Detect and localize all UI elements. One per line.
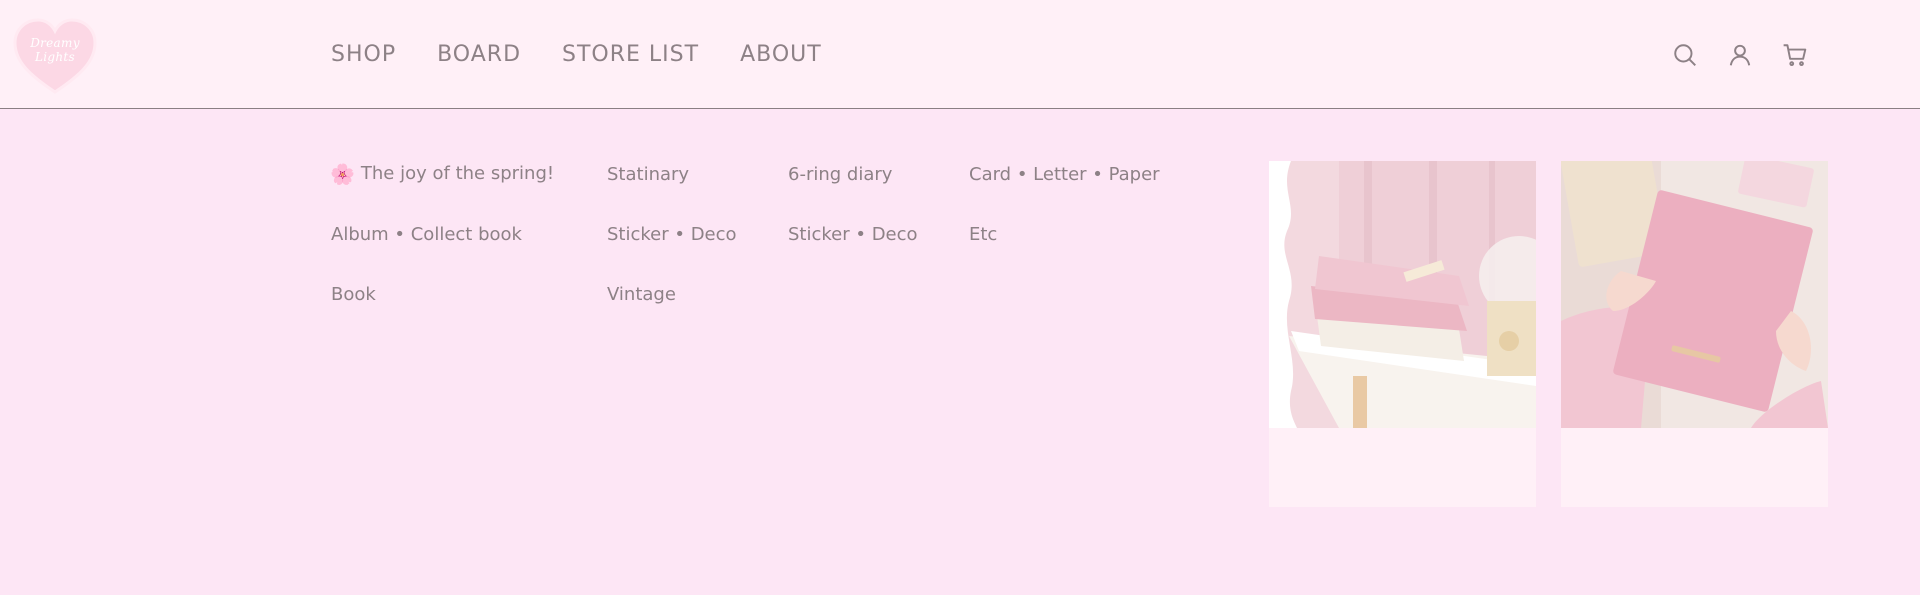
flower-icon: 🌸 (330, 162, 355, 186)
menu-link-sticker-deco[interactable]: Sticker • Deco (607, 223, 737, 247)
promo-card-1-footer (1269, 428, 1536, 507)
menu-link-album[interactable]: Album • Collect book (331, 223, 522, 247)
promo-image-pink-notebook[interactable] (1561, 161, 1828, 428)
nav-board[interactable]: BOARD (437, 40, 521, 70)
nav-about[interactable]: ABOUT (740, 40, 822, 70)
main-nav: SHOP BOARD STORE LIST ABOUT (331, 40, 863, 70)
menu-link-sticker-deco-2[interactable]: Sticker • Deco (788, 223, 918, 247)
nav-shop[interactable]: SHOP (331, 40, 396, 70)
promo-card-1[interactable] (1269, 161, 1536, 507)
search-icon[interactable] (1670, 40, 1700, 70)
menu-link-spring[interactable]: 🌸 The joy of the spring! (330, 162, 554, 186)
cart-icon[interactable] (1780, 40, 1810, 70)
menu-link-card-letter-paper[interactable]: Card • Letter • Paper (969, 163, 1160, 187)
logo-text: Dreamy Lights (11, 36, 99, 64)
promo-card-2[interactable] (1561, 161, 1828, 507)
user-icon[interactable] (1725, 40, 1755, 70)
menu-link-book[interactable]: Book (331, 283, 376, 307)
logo[interactable]: Dreamy Lights (11, 16, 99, 96)
promo-image-shelf-books[interactable] (1269, 161, 1536, 428)
menu-link-vintage[interactable]: Vintage (607, 283, 676, 307)
menu-link-etc[interactable]: Etc (969, 223, 997, 247)
nav-store-list[interactable]: STORE LIST (562, 40, 699, 70)
logo-line-2: Lights (35, 50, 75, 64)
site-header: Dreamy Lights SHOP BOARD STORE LIST ABOU… (0, 0, 1920, 109)
promo-card-2-footer (1561, 428, 1828, 507)
menu-link-spring-label: The joy of the spring! (360, 163, 555, 184)
logo-line-1: Dreamy (30, 36, 80, 50)
header-icons (1670, 40, 1835, 70)
menu-link-stationary[interactable]: Statinary (607, 163, 689, 187)
menu-link-6-ring-diary[interactable]: 6-ring diary (788, 163, 892, 187)
